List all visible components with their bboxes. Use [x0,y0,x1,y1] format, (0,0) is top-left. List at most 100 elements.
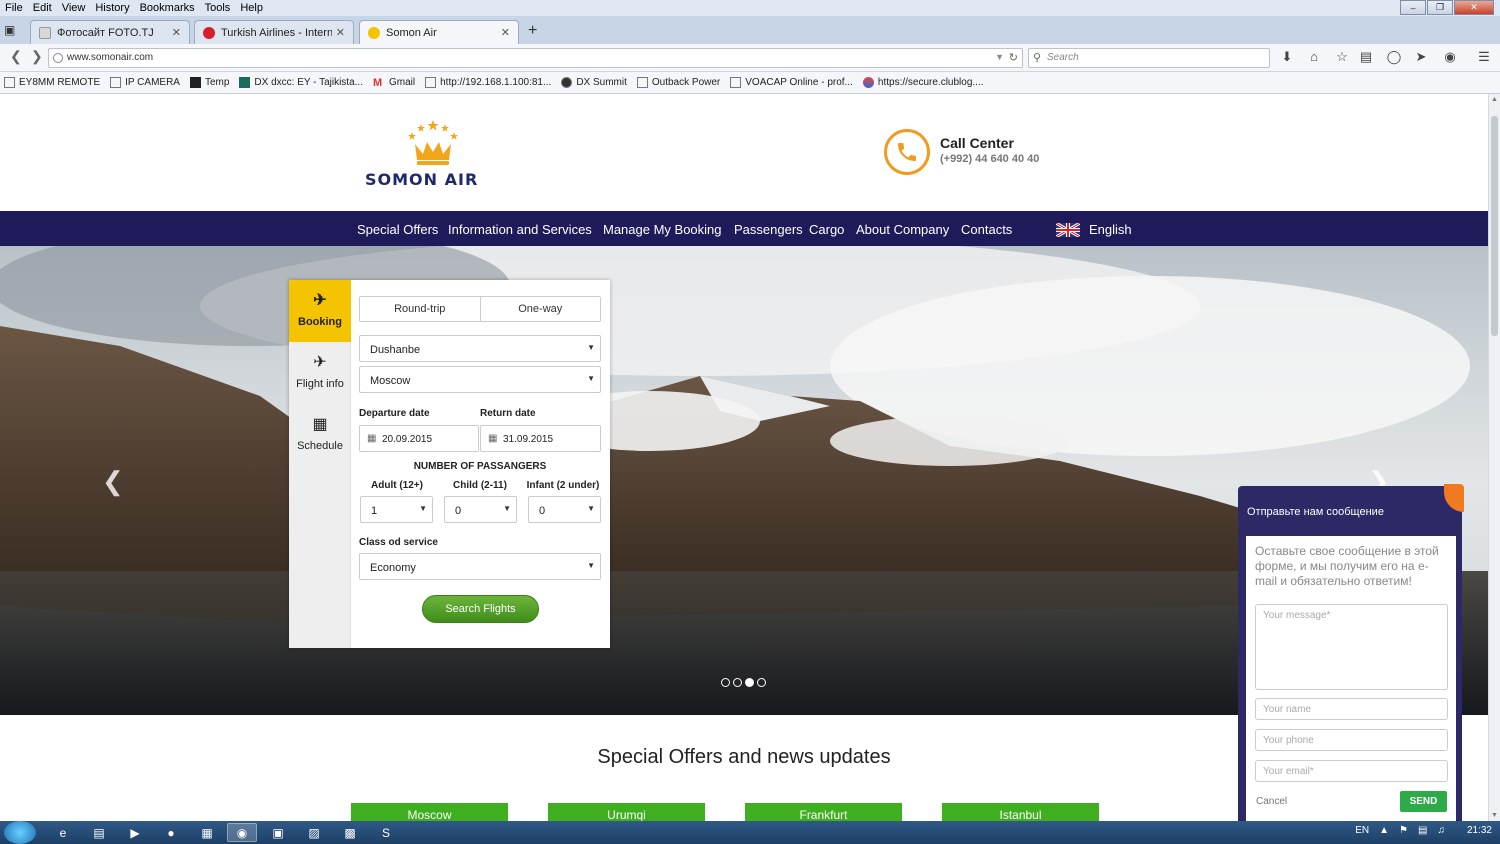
send-button[interactable]: SEND [1400,791,1447,812]
nav-special-offers[interactable]: Special Offers [357,222,438,237]
send-icon[interactable]: ➤ [1412,49,1430,67]
carousel-dot[interactable] [721,678,730,687]
nav-manage-booking[interactable]: Manage My Booking [603,222,722,237]
close-icon[interactable]: ✕ [336,26,345,39]
bookmark-item[interactable]: https://secure.clublog.... [862,77,984,88]
departure-date-input[interactable]: ▦ 20.09.2015 [359,425,479,452]
tab-flight-info[interactable]: ✈ Flight info [289,342,351,404]
home-icon[interactable]: ⌂ [1305,49,1323,67]
app-icon[interactable]: ▣ [263,823,293,842]
offer-card-frankfurt[interactable]: Frankfurt [745,803,902,821]
scrollbar-thumb[interactable] [1491,116,1498,336]
page-scrollbar[interactable]: ▲ ▼ [1488,94,1500,821]
nav-information-services[interactable]: Information and Services [448,222,592,237]
reading-list-icon[interactable]: ▤ [1357,49,1375,67]
menu-edit[interactable]: Edit [28,2,57,14]
close-window-button[interactable]: ✕ [1454,0,1494,15]
start-button[interactable] [4,821,36,844]
message-textarea[interactable]: Your message* [1255,604,1448,690]
flag-icon[interactable]: ⚑ [1399,825,1408,836]
volume-icon[interactable]: ♫ [1437,825,1445,836]
nav-passengers[interactable]: Passengers [734,222,803,237]
pocket-icon[interactable]: ◯ [1385,49,1403,67]
reload-icon[interactable]: ↻ [1009,51,1018,64]
menu-bookmarks[interactable]: Bookmarks [135,2,200,14]
skype-icon[interactable]: S [371,823,401,842]
app-icon[interactable]: ▩ [335,823,365,842]
tab-schedule[interactable]: ▦ Schedule [289,404,351,466]
uk-flag-icon[interactable] [1056,223,1080,237]
menu-tools[interactable]: Tools [200,2,236,14]
menu-file[interactable]: File [0,2,28,14]
bookmark-item[interactable]: DX dxcc: EY - Tajikista... [239,77,363,88]
chrome-icon[interactable]: ● [156,823,186,842]
widget-corner-badge[interactable] [1444,484,1464,512]
bookmark-item[interactable]: IP CAMERA [110,77,180,88]
app-icon[interactable]: ▨ [299,823,329,842]
download-icon[interactable]: ⬇ [1278,49,1296,67]
dropdown-icon[interactable]: ▼ [995,52,1004,62]
call-center-phone[interactable]: (+992) 44 640 40 40 [940,153,1039,165]
carousel-dot[interactable] [733,678,742,687]
bookmark-item[interactable]: M Gmail [373,77,415,89]
bookmark-item[interactable]: VOACAP Online - prof... [730,77,853,88]
new-tab-button[interactable]: + [528,22,537,40]
close-icon[interactable]: ✕ [501,26,510,39]
tab-groups-icon[interactable]: ▣ [4,23,20,39]
somon-air-logo[interactable]: SOMON AIR [365,118,505,189]
network-icon[interactable]: ▤ [1418,825,1427,836]
restore-button[interactable]: ❐ [1427,0,1453,15]
infant-select[interactable]: 0 ▼ [528,496,601,523]
class-select[interactable]: Economy ▼ [359,553,601,580]
child-select[interactable]: 0 ▼ [444,496,517,523]
email-input[interactable]: Your email* [1255,760,1448,782]
offer-card-moscow[interactable]: Moscow [351,803,508,821]
menu-view[interactable]: View [57,2,91,14]
bookmark-item[interactable]: EY8MM REMOTE [4,77,100,88]
offer-card-urumqi[interactable]: Urumqi [548,803,705,821]
bookmark-item[interactable]: http://192.168.1.100:81... [425,77,551,88]
tab-somon-air[interactable]: Somon Air ✕ [359,20,519,44]
menu-help[interactable]: Help [235,2,268,14]
offer-card-istanbul[interactable]: Istanbul [942,803,1099,821]
chat-icon[interactable]: ◉ [1441,49,1459,67]
firefox-icon[interactable]: ◉ [227,823,257,842]
forward-icon[interactable]: ❯ [31,48,43,65]
ie-icon[interactable]: e [48,823,78,842]
round-trip-option[interactable]: Round-trip [360,297,481,321]
bookmark-item[interactable]: Temp [189,77,229,88]
clock[interactable]: 21:32 [1467,825,1492,836]
language-selector[interactable]: English [1089,222,1132,237]
bookmark-item[interactable]: Outback Power [636,77,720,88]
to-select[interactable]: Moscow ▼ [359,366,601,393]
carousel-dot-active[interactable] [745,678,754,687]
from-select[interactable]: Dushanbe ▼ [359,335,601,362]
name-input[interactable]: Your name [1255,698,1448,720]
tab-foto-tj[interactable]: Фотосайт FOTO.TJ ✕ [30,20,190,44]
close-icon[interactable]: ✕ [172,26,181,39]
nav-cargo[interactable]: Cargo [809,222,844,237]
bookmark-item[interactable]: DX Summit [561,77,627,88]
minimize-button[interactable]: – [1400,0,1426,15]
adult-select[interactable]: 1 ▼ [360,496,433,523]
carousel-dot[interactable] [757,678,766,687]
phone-input[interactable]: Your phone [1255,729,1448,751]
tab-turkish-airlines[interactable]: Turkish Airlines - Internatio... ✕ [194,20,354,44]
tray-expand-icon[interactable]: ▲ [1379,825,1389,836]
hamburger-menu-icon[interactable]: ☰ [1475,49,1493,67]
tab-booking[interactable]: ✈ Booking [289,280,351,342]
one-way-option[interactable]: One-way [481,297,601,321]
address-bar[interactable]: www.somonair.com ▼ ↻ [48,48,1023,68]
search-flights-button[interactable]: Search Flights [422,595,539,623]
carousel-prev-icon[interactable]: ❮ [102,466,124,497]
return-date-input[interactable]: ▦ 31.09.2015 [480,425,601,452]
scroll-up-icon[interactable]: ▲ [1491,96,1498,103]
explorer-icon[interactable]: ▤ [84,823,114,842]
scroll-down-icon[interactable]: ▼ [1491,812,1498,819]
menu-history[interactable]: History [90,2,134,14]
cancel-button[interactable]: Cancel [1256,796,1287,807]
language-indicator[interactable]: EN [1355,825,1369,836]
media-player-icon[interactable]: ▶ [120,823,150,842]
browser-search-input[interactable]: ⚲ Search [1028,48,1270,68]
bookmark-star-icon[interactable]: ☆ [1333,49,1351,67]
